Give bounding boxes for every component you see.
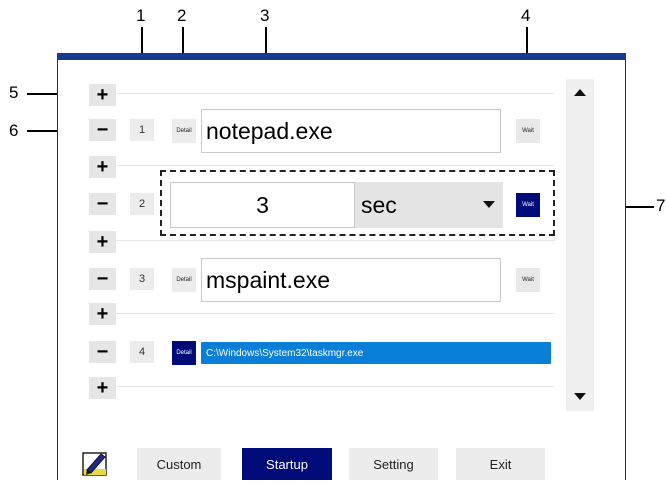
detail-button[interactable]: Detail bbox=[172, 341, 196, 365]
wait-button[interactable]: Wait bbox=[516, 193, 540, 217]
detail-button[interactable]: Detail bbox=[172, 119, 196, 143]
row-separator bbox=[115, 386, 555, 387]
remove-row-button[interactable]: − bbox=[89, 119, 116, 141]
row-number: 4 bbox=[130, 341, 154, 363]
row-number: 2 bbox=[130, 193, 154, 215]
remove-row-button[interactable]: − bbox=[89, 193, 116, 215]
triangle-up-icon bbox=[574, 89, 586, 96]
title-bar bbox=[57, 53, 626, 60]
row-separator bbox=[115, 313, 555, 314]
chevron-down-icon bbox=[483, 201, 495, 208]
insert-row-button[interactable]: + bbox=[89, 303, 116, 325]
remove-row-button[interactable]: − bbox=[89, 268, 116, 290]
wait-button[interactable]: Wait bbox=[516, 119, 540, 143]
tab-setting[interactable]: Setting bbox=[349, 448, 438, 480]
callout-2: 2 bbox=[177, 6, 187, 25]
scroll-down-button[interactable] bbox=[566, 383, 594, 411]
callout-6: 6 bbox=[9, 121, 19, 140]
tab-custom[interactable]: Custom bbox=[137, 448, 221, 480]
callout-5: 5 bbox=[9, 83, 19, 102]
insert-row-button[interactable]: + bbox=[89, 156, 116, 178]
remove-row-button[interactable]: − bbox=[89, 341, 116, 363]
time-unit-value: sec bbox=[361, 191, 397, 218]
detail-button[interactable]: Detail bbox=[172, 268, 196, 292]
scroll-up-button[interactable] bbox=[566, 79, 594, 107]
program-path-field[interactable]: mspaint.exe bbox=[201, 258, 501, 302]
callout-3: 3 bbox=[260, 6, 270, 25]
time-unit-select[interactable]: sec bbox=[355, 182, 503, 228]
row-number: 1 bbox=[130, 119, 154, 141]
insert-row-button[interactable]: + bbox=[89, 377, 116, 399]
wait-button[interactable]: Wait bbox=[516, 268, 540, 292]
callout-7: 7 bbox=[656, 196, 666, 215]
triangle-down-icon bbox=[574, 393, 586, 400]
row-separator bbox=[115, 165, 555, 166]
edit-pen-button[interactable] bbox=[76, 448, 112, 480]
callout-4: 4 bbox=[521, 6, 531, 25]
tab-startup[interactable]: Startup bbox=[242, 448, 332, 480]
tab-exit[interactable]: Exit bbox=[456, 448, 545, 480]
insert-row-button[interactable]: + bbox=[89, 84, 116, 106]
callout-1: 1 bbox=[136, 6, 146, 25]
row-separator bbox=[115, 93, 555, 94]
row-separator bbox=[115, 240, 555, 241]
vertical-scrollbar[interactable] bbox=[566, 79, 594, 411]
program-path-field-selected[interactable]: C:\Windows\System32\taskmgr.exe bbox=[201, 342, 551, 364]
program-path-field[interactable]: notepad.exe bbox=[201, 109, 501, 153]
row-number: 3 bbox=[130, 268, 154, 290]
wait-time-field[interactable]: 3 bbox=[170, 182, 355, 228]
pen-edit-icon bbox=[82, 452, 107, 476]
insert-row-button[interactable]: + bbox=[89, 231, 116, 253]
